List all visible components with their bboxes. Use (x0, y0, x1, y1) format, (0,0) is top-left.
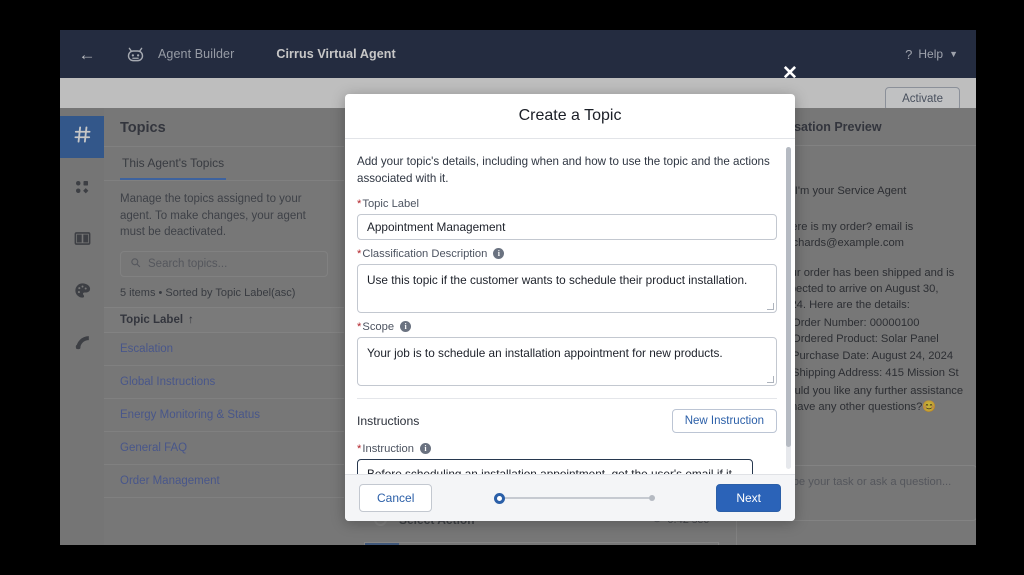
instruction-textarea[interactable]: Before scheduling an installation appoin… (357, 459, 753, 474)
create-topic-modal: Create a Topic Add your topic's details,… (345, 94, 795, 521)
rail-item-branding[interactable] (60, 272, 104, 314)
arrow-left-icon[interactable]: ← (74, 46, 100, 63)
search-placeholder: Search topics... (148, 258, 227, 270)
section-divider (357, 398, 777, 399)
agent-name-label[interactable]: Cirrus Virtual Agent (276, 47, 395, 61)
grid-dots-icon (73, 178, 91, 201)
field-label: *Classification Description i (357, 248, 777, 260)
topic-row[interactable]: Energy Monitoring & Status (104, 399, 344, 432)
chat-message-text: Your order has been shipped and is expec… (778, 267, 954, 311)
column-header-topic-label[interactable]: Topic Label ↑ (104, 307, 344, 333)
field-label: *Topic Label (357, 198, 777, 210)
topics-panel-title: Topics (104, 108, 344, 146)
info-icon[interactable]: i (400, 321, 411, 332)
wizard-stepper (432, 493, 716, 504)
agent-robot-logo (124, 43, 146, 65)
topics-tab-bar: This Agent's Topics (104, 146, 344, 181)
field-label-text: Scope (362, 321, 394, 333)
modal-intro-text: Add your topic's details, including when… (357, 153, 777, 188)
help-label: Help (918, 47, 943, 61)
scope-value: Your job is to schedule an installation … (367, 346, 723, 360)
classification-description-textarea[interactable]: Use this topic if the customer wants to … (357, 264, 777, 313)
question-mark-icon: ? (905, 47, 912, 62)
chat-message-footer: Would you like any further assistance or… (778, 385, 963, 413)
topic-row[interactable]: General FAQ (104, 432, 344, 465)
instructions-section-title: Instructions (357, 414, 419, 428)
topic-row[interactable]: Global Instructions (104, 366, 344, 399)
topic-row[interactable]: Escalation (104, 333, 344, 366)
step-indicator-current[interactable] (494, 493, 505, 504)
chat-bullet: Shipping Address: 415 Mission St (792, 366, 966, 382)
close-icon[interactable]: ✕ (779, 63, 801, 85)
chat-bullet: Ordered Product: Solar Panel (792, 332, 966, 348)
required-asterisk: * (357, 198, 361, 210)
required-asterisk: * (357, 443, 361, 455)
info-icon[interactable]: i (420, 443, 431, 454)
chat-message-bullets: Order Number: 00000100 Ordered Product: … (792, 316, 966, 383)
action-cloud-icon (365, 543, 399, 545)
topics-panel: Topics This Agent's Topics Manage the to… (104, 108, 344, 545)
chat-message-text: Hi! I'm your Service Agent (778, 184, 906, 206)
search-icon (130, 255, 141, 273)
app-name-label[interactable]: Agent Builder (158, 47, 234, 61)
new-instruction-button[interactable]: New Instruction (672, 409, 777, 433)
modal-footer: Cancel Next (345, 474, 795, 521)
rail-item-knowledge[interactable] (60, 220, 104, 262)
field-label-text: Topic Label (362, 198, 419, 210)
signal-icon (73, 333, 92, 357)
left-icon-rail (60, 108, 104, 545)
field-topic-label: *Topic Label Appointment Management (357, 198, 777, 240)
scrollbar-thumb[interactable] (786, 147, 791, 447)
chat-bullet: Purchase Date: August 24, 2024 (792, 349, 966, 365)
info-icon[interactable]: i (493, 248, 504, 259)
rail-item-channels[interactable] (60, 324, 104, 366)
chat-bullet: Order Number: 00000100 (792, 316, 966, 332)
screenshot-root: ← Agent Builder Cirrus Virtual Agent ? H… (0, 0, 1024, 575)
topic-row[interactable]: Order Management (104, 465, 344, 498)
column-header-text: Topic Label (120, 314, 183, 326)
step-indicator-next[interactable] (649, 495, 655, 501)
sort-ascending-icon: ↑ (188, 314, 194, 326)
trash-icon[interactable] (759, 459, 777, 474)
instructions-header: Instructions New Instruction (357, 409, 777, 433)
scope-textarea[interactable]: Your job is to schedule an installation … (357, 337, 777, 386)
field-scope: *Scope i Your job is to schedule an inst… (357, 321, 777, 386)
help-menu[interactable]: ? Help ▼ (905, 47, 962, 62)
chevron-down-icon: ▼ (949, 49, 958, 59)
required-asterisk: * (357, 321, 361, 333)
resize-handle[interactable] (767, 303, 774, 310)
topics-description: Manage the topics assigned to your agent… (104, 181, 344, 241)
required-asterisk: * (357, 248, 361, 260)
items-count-label: 5 items • Sorted by Topic Label(asc) (104, 277, 344, 307)
field-label-text: Instruction (362, 443, 414, 455)
classification-description-value: Use this topic if the customer wants to … (367, 273, 747, 287)
flow-action-card[interactable]: Find Order Provide Information (364, 542, 719, 545)
modal-body: Add your topic's details, including when… (345, 139, 795, 474)
palette-icon (73, 281, 92, 305)
top-navigation-bar: ← Agent Builder Cirrus Virtual Agent ? H… (60, 30, 976, 78)
step-connector-line (505, 497, 649, 499)
field-label-text: Classification Description (362, 248, 487, 260)
book-icon (73, 229, 92, 253)
cancel-button[interactable]: Cancel (359, 484, 432, 512)
rail-item-actions[interactable] (60, 168, 104, 210)
topic-label-input[interactable]: Appointment Management (357, 214, 777, 240)
modal-title: Create a Topic (345, 94, 795, 139)
instruction-row: Before scheduling an installation appoin… (357, 459, 777, 474)
field-classification-description: *Classification Description i Use this t… (357, 248, 777, 313)
app-window: ← Agent Builder Cirrus Virtual Agent ? H… (60, 30, 976, 545)
chat-message-text: where is my order? email is mrichards@ex… (777, 220, 966, 252)
hash-icon (73, 125, 92, 149)
next-button[interactable]: Next (716, 484, 781, 512)
tab-this-agents-topics[interactable]: This Agent's Topics (120, 147, 226, 180)
field-label: *Instruction i (357, 443, 777, 455)
field-label: *Scope i (357, 321, 777, 333)
resize-handle[interactable] (767, 376, 774, 383)
chat-message-body: Your order has been shipped and is expec… (778, 266, 966, 416)
modal-scrollbar[interactable] (786, 147, 791, 469)
search-topics-input[interactable]: Search topics... (120, 251, 328, 277)
rail-item-topics[interactable] (60, 116, 104, 158)
